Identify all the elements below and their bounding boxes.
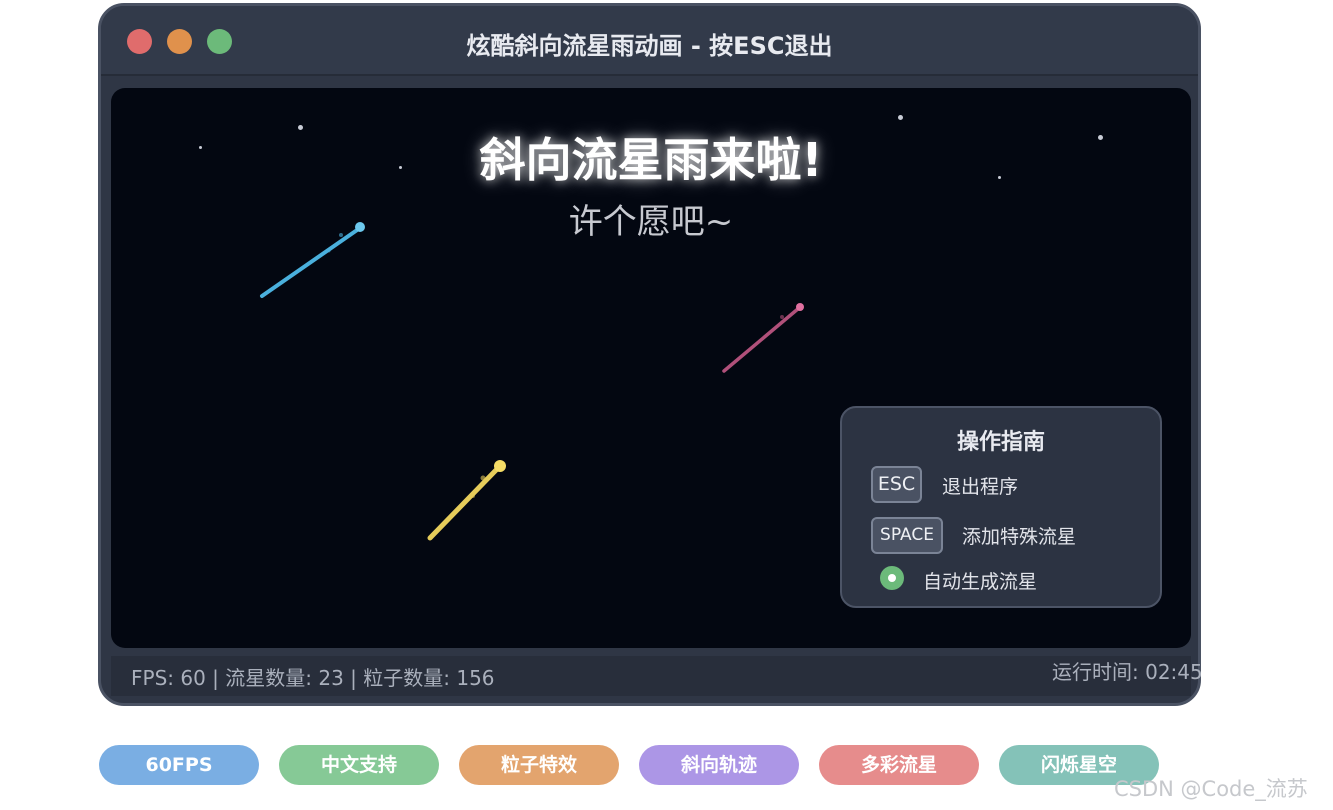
space-key-badge: SPACE [871, 517, 943, 554]
app-window: 炫酷斜向流星雨动画 - 按ESC退出 斜向流星雨来啦! 许个愿吧~ 操作指南 E… [98, 3, 1201, 706]
feature-tag-diagonal-trajectory: 斜向轨迹 [639, 745, 799, 785]
watermark: CSDN @Code_流苏 [1114, 777, 1308, 801]
subline: 许个愿吧~ [568, 202, 734, 242]
auto-generate-label: 自动生成流星 [923, 571, 1038, 593]
space-description: 添加特殊流星 [962, 526, 1077, 548]
guide-title: 操作指南 [956, 430, 1045, 455]
animation-canvas[interactable]: 斜向流星雨来啦! 许个愿吧~ 操作指南 ESC 退出程序 SPACE 添加特殊流… [111, 88, 1191, 648]
title-bar: 炫酷斜向流星雨动画 - 按ESC退出 [101, 6, 1198, 76]
headline: 斜向流星雨来啦! [479, 133, 823, 187]
feature-tag-colorful-meteors: 多彩流星 [819, 745, 979, 785]
meteor-yellow [427, 460, 506, 541]
esc-key-badge: ESC [871, 466, 922, 503]
feature-tag-chinese-support: 中文支持 [279, 745, 439, 785]
esc-description: 退出程序 [942, 476, 1019, 498]
toggle-on-icon[interactable] [880, 566, 904, 590]
stats-text: FPS: 60 | 流星数量: 23 | 粒子数量: 156 [131, 666, 495, 690]
feature-tag-60fps: 60FPS [99, 745, 259, 785]
controls-guide-panel: 操作指南 ESC 退出程序 SPACE 添加特殊流星 自动生成流星 [840, 406, 1162, 608]
feature-tag-particle-effects: 粒子特效 [459, 745, 619, 785]
status-bar: FPS: 60 | 流星数量: 23 | 粒子数量: 156 [111, 656, 1191, 696]
runtime-text: 运行时间: 02:45 [1052, 660, 1203, 684]
window-title: 炫酷斜向流星雨动画 - 按ESC退出 [466, 32, 833, 60]
meteor-pink [722, 303, 804, 373]
